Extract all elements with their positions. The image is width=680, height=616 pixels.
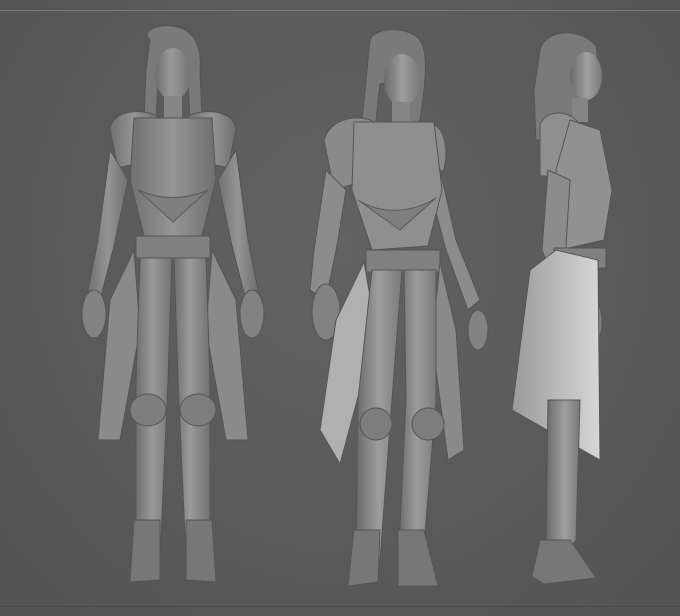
viewport-bottom-border <box>0 606 680 607</box>
model-front-view[interactable] <box>40 0 300 616</box>
model-three-quarter-view[interactable] <box>280 0 510 616</box>
sculpt-viewport[interactable] <box>0 0 680 616</box>
model-side-view[interactable] <box>500 0 670 616</box>
